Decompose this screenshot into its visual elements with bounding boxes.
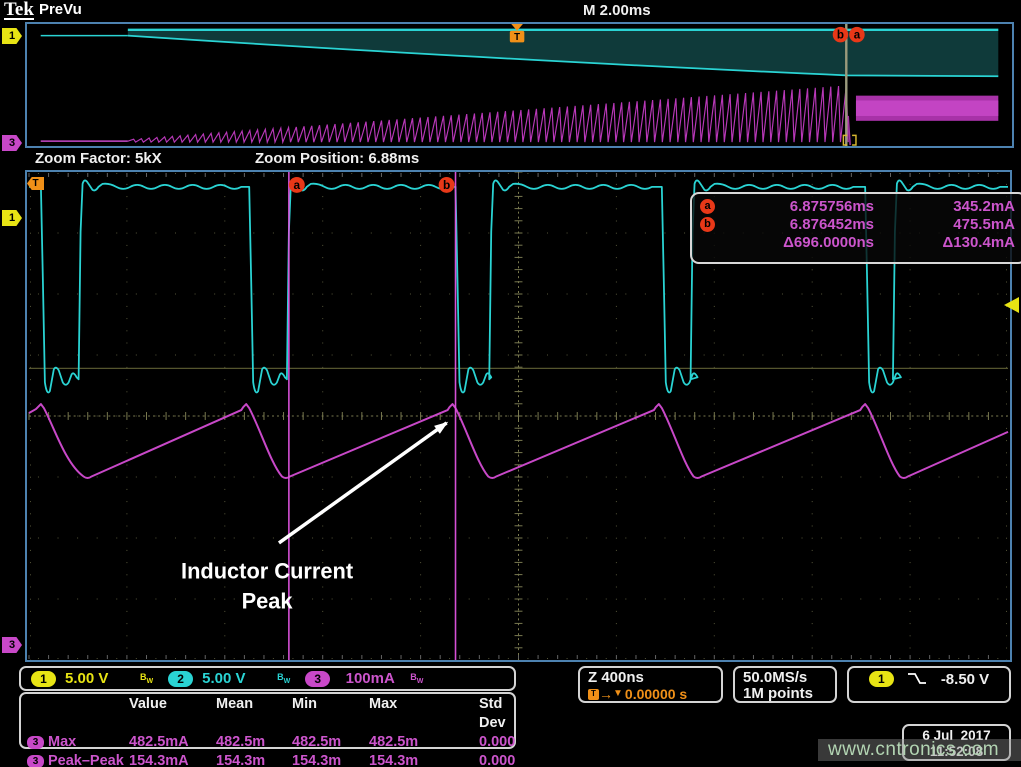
horizontal-position-value: 0.00000 s	[625, 686, 687, 702]
svg-text:b: b	[443, 178, 450, 192]
trigger-level-arrow-icon[interactable]	[1004, 297, 1019, 313]
meas-header-value: Value	[129, 695, 216, 733]
overview-cursor-a-badge[interactable]: a	[849, 27, 864, 42]
horizontal-position-row: T → ▼ 0.00000 s	[588, 686, 713, 702]
ch2-badge[interactable]: 2	[168, 671, 193, 687]
meas-cell: 154.3m	[369, 752, 479, 767]
svg-text:a: a	[854, 29, 861, 42]
sample-rate-readout: 50.0MS/s	[743, 669, 827, 686]
status-row: Tek PreVu	[4, 1, 82, 20]
zoom-info-bar: Zoom Factor: 5kX Zoom Position: 6.88ms	[25, 149, 1014, 169]
meas-cell: 154.3mA	[129, 752, 216, 767]
arrow-right-icon: →	[599, 686, 613, 702]
meas-row1-label: 3 Max	[27, 733, 129, 752]
ch1-bandwidth-icon: BW	[140, 672, 153, 685]
zoom-scale-readout: Z 400ns	[588, 669, 713, 686]
ch2-scale[interactable]: 5.00 V	[202, 670, 268, 687]
cursor-delta-value: Δ130.4mA	[874, 234, 1015, 251]
triangle-down-icon: ▼	[613, 686, 623, 702]
ch2-bandwidth-icon: BW	[277, 672, 290, 685]
horizontal-zoom-box[interactable]: Z 400ns T → ▼ 0.00000 s	[578, 666, 723, 703]
meas-header-mean: Mean	[216, 695, 292, 733]
meas-cell: 482.5mA	[129, 733, 216, 752]
trigger-level-readout: -8.50 V	[941, 671, 989, 688]
acquisition-mode-label: PreVu	[39, 1, 82, 18]
meas-cell: 154.3m	[216, 752, 292, 767]
record-length-readout: 1M points	[743, 686, 827, 702]
cursor-a-readout-badge: a	[700, 199, 715, 214]
meas-cell: 482.5m	[216, 733, 292, 752]
main-ch1-marker[interactable]: 1	[2, 210, 22, 226]
cursor-b-readout-badge: b	[700, 217, 715, 232]
overview-trigger-marker[interactable]: T	[510, 24, 525, 43]
cursor-a-time: 6.875756ms	[724, 198, 874, 215]
inductor-peak-annotation: Inductor Current Peak	[181, 423, 447, 613]
ch3-scale[interactable]: 100mA	[339, 670, 401, 687]
cursor-b-badge[interactable]: b	[439, 177, 455, 193]
tek-logo: Tek	[4, 1, 34, 20]
meas-header-max: Max	[369, 695, 479, 733]
measurement-table[interactable]: Value Mean Min Max Std Dev 3 Max 482.5mA…	[19, 692, 516, 749]
cursor-readout-box: a 6.875756ms 345.2mA b 6.876452ms 475.5m…	[690, 192, 1021, 264]
overview-waveform-display: T b a	[25, 22, 1014, 148]
ch3-badge[interactable]: 3	[305, 671, 330, 687]
cursor-a-badge[interactable]: a	[289, 177, 305, 193]
main-ch3-marker[interactable]: 3	[2, 637, 22, 653]
meas-cell: 482.5m	[292, 733, 369, 752]
meas-header-min: Min	[292, 695, 369, 733]
svg-text:T: T	[514, 32, 520, 43]
meas-cell: 0.000	[479, 752, 515, 767]
zoom-position-label: Zoom Position: 6.88ms	[255, 150, 419, 167]
cursor-b-value: 475.5mA	[874, 216, 1015, 233]
meas-cell: 0.000	[479, 733, 515, 752]
acquisition-box[interactable]: 50.0MS/s 1M points	[733, 666, 837, 703]
svg-text:b: b	[837, 29, 844, 42]
trigger-status-box[interactable]: 1 -8.50 V	[847, 666, 1011, 703]
oscilloscope-screen: Tek PreVu M 2.00ms T b a Zoom Factor: 5k…	[0, 0, 1021, 767]
overview-ch1-marker[interactable]: 1	[2, 28, 22, 44]
zoom-factor-label: Zoom Factor: 5kX	[35, 150, 162, 167]
ch1-scale[interactable]: 5.00 V	[65, 670, 131, 687]
svg-text:a: a	[294, 178, 301, 192]
overview-cursor-b-badge[interactable]: b	[833, 27, 848, 42]
overview-ch3-marker[interactable]: 3	[2, 135, 22, 151]
trigger-icon: T	[588, 689, 599, 700]
svg-text:Inductor Current: Inductor Current	[181, 559, 353, 584]
meas-cell: 154.3m	[292, 752, 369, 767]
meas-header-stddev: Std Dev	[479, 695, 515, 733]
ch3-bandwidth-icon: BW	[410, 672, 423, 685]
cursor-a-value: 345.2mA	[874, 198, 1015, 215]
svg-text:Peak: Peak	[242, 588, 294, 613]
ch1-badge[interactable]: 1	[31, 671, 56, 687]
main-timebase-label: M 2.00ms	[583, 2, 651, 19]
cursor-delta-time: Δ696.0000ns	[724, 234, 874, 251]
watermark: www.cntronics.com	[818, 739, 1021, 761]
falling-edge-icon	[907, 671, 928, 686]
meas-cell: 482.5m	[369, 733, 479, 752]
cursor-b-time: 6.876452ms	[724, 216, 874, 233]
meas-row2-label: 3 Peak–Peak	[27, 752, 129, 767]
channel-scale-bar: 1 5.00 V BW 2 5.00 V BW 3 100mA BW	[19, 666, 516, 691]
trigger-source-badge: 1	[869, 671, 894, 687]
